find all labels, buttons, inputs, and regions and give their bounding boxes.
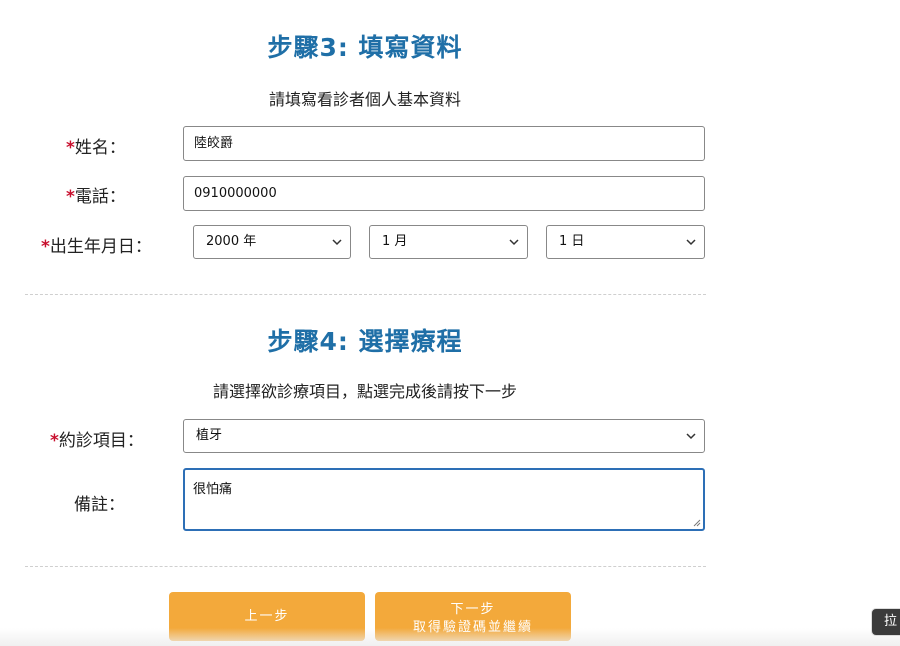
birthday-label: *出生年月日： — [41, 232, 152, 257]
chevron-down-icon — [686, 433, 696, 440]
name-label-text: 姓名： — [74, 138, 126, 158]
next-step-button[interactable]: 下一步 取得驗證碼並繼續 — [375, 592, 571, 641]
birthday-label-text: 出生年月日： — [49, 237, 152, 257]
name-input[interactable]: 陸皎爵 — [183, 126, 705, 161]
step4-title: 步驟4: 選擇療程 — [267, 327, 463, 356]
treatment-value: 植牙 — [196, 428, 223, 443]
chevron-down-icon — [332, 239, 342, 246]
step4-subtitle: 請選擇欲診療項目，點選完成後請按下一步 — [212, 382, 517, 401]
next-step-sublabel: 取得驗證碼並繼續 — [412, 620, 533, 635]
side-tab-label: 拉 — [884, 614, 898, 629]
prev-step-button[interactable]: 上一步 — [169, 592, 365, 641]
birth-month-select[interactable]: 1 月 — [369, 225, 528, 259]
item-label-text: 約診項目： — [58, 431, 144, 451]
name-label: *姓名： — [66, 133, 126, 158]
side-tab-button[interactable]: 拉 — [871, 608, 900, 636]
phone-label: *電話： — [66, 182, 126, 207]
birth-day-select[interactable]: 1 日 — [546, 225, 705, 259]
birth-month-value: 1 月 — [382, 234, 408, 249]
step3-subtitle: 請填寫看診者個人基本資料 — [268, 90, 461, 109]
section-divider — [25, 566, 706, 567]
phone-input[interactable]: 0910000000 — [183, 176, 705, 211]
phone-label-text: 電話： — [74, 187, 126, 207]
note-textarea[interactable]: 很怕痛 — [183, 468, 705, 531]
resize-grip-icon[interactable] — [693, 519, 701, 527]
required-mark: * — [66, 187, 75, 207]
chevron-down-icon — [509, 239, 519, 246]
required-mark: * — [41, 237, 50, 257]
required-mark: * — [50, 431, 59, 451]
note-value: 很怕痛 — [193, 482, 233, 497]
next-step-label: 下一步 — [450, 602, 496, 617]
birth-year-select[interactable]: 2000 年 — [193, 225, 351, 259]
chevron-down-icon — [686, 239, 696, 246]
required-mark: * — [66, 138, 75, 158]
treatment-select[interactable]: 植牙 — [183, 419, 705, 453]
item-label: *約診項目： — [50, 426, 144, 451]
step3-title: 步驟3: 填寫資料 — [267, 33, 463, 62]
birth-day-value: 1 日 — [559, 234, 585, 249]
section-divider — [25, 294, 706, 295]
birth-year-value: 2000 年 — [206, 234, 257, 249]
note-label: 備註： — [74, 495, 125, 515]
prev-step-label: 上一步 — [244, 609, 290, 624]
